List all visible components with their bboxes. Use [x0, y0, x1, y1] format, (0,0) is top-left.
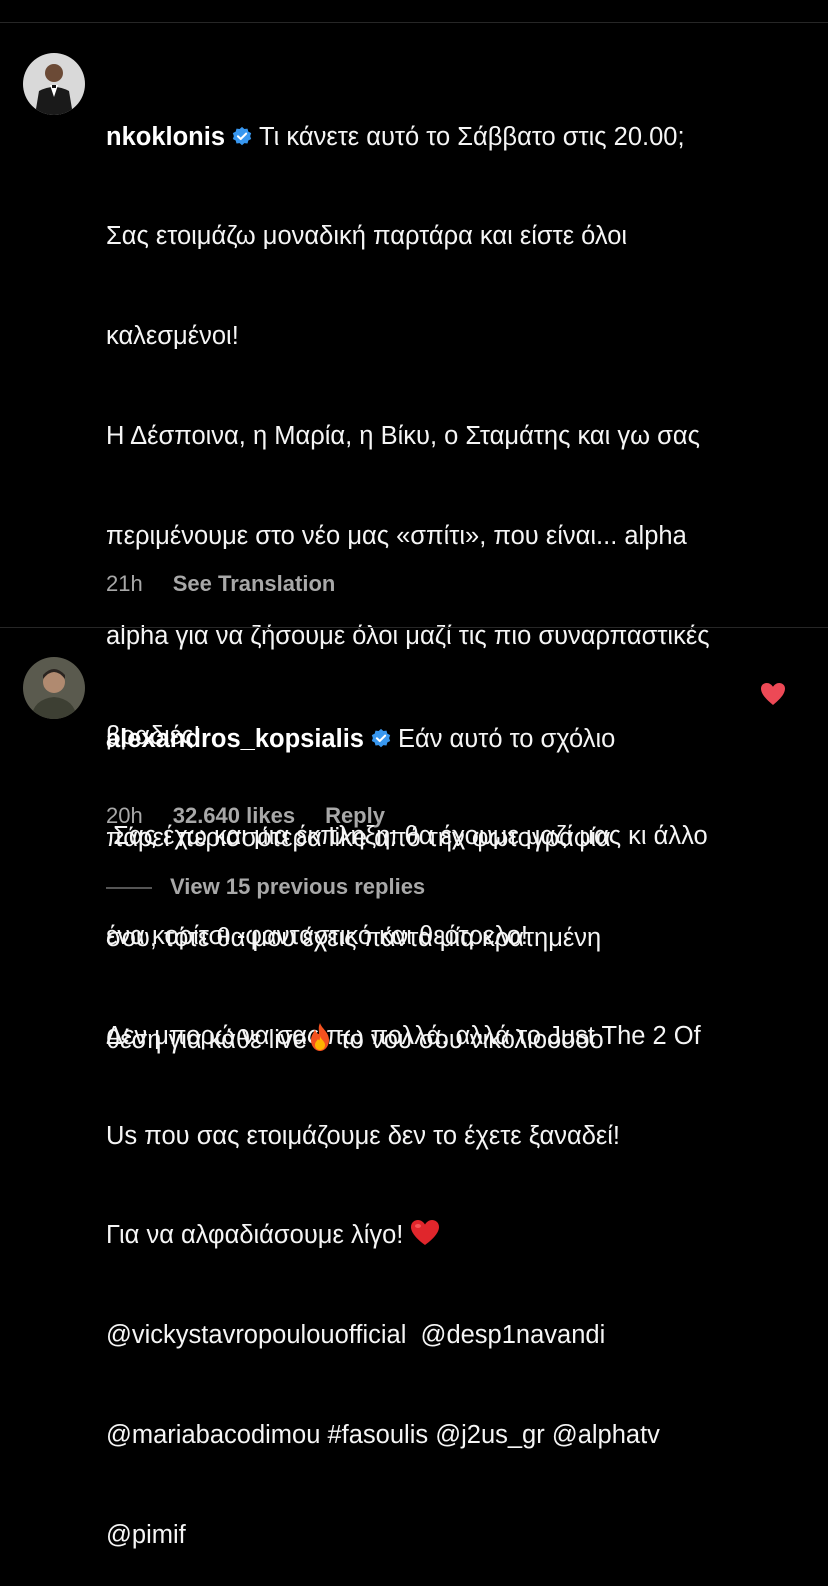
comment-line: alpha για να ζήσουμε όλοι μαζί τις πιο σ… — [106, 622, 710, 651]
view-previous-replies-button[interactable]: View 15 previous replies — [106, 874, 425, 900]
liked-heart-icon[interactable] — [760, 682, 786, 706]
view-replies-label: View 15 previous replies — [170, 874, 426, 899]
username-alexandros-kopsialis[interactable]: alexandros_kopsialis — [106, 725, 364, 753]
comment-line: nkoklonis Τι κάνετε αυτό το Σάββατο στις … — [106, 121, 710, 154]
comment-line: alexandros_kopsialis Εάν αυτό το σχόλιο — [106, 723, 615, 756]
comment-line-text: Τι κάνετε αυτό το Σάββατο στις 20.00; — [259, 122, 685, 151]
comment-timestamp: 21h — [106, 571, 143, 596]
verified-badge-icon — [371, 728, 391, 747]
see-translation-button[interactable]: See Translation — [173, 571, 336, 596]
comment-line: Σας ετοιμάζω μοναδική παρτάρα και είστε … — [106, 222, 628, 251]
replies-dash — [106, 887, 152, 889]
comment-line: Για να αλφαδιάσουμε λίγο! — [106, 1219, 710, 1252]
mention-line[interactable]: @mariabacodimou #fasoulis @j2us_gr @alph… — [106, 1419, 710, 1452]
mention-line[interactable]: @vickystavropoulouofficial @desp1navandi — [106, 1319, 710, 1352]
username-nkoklonis[interactable]: nkoklonis — [106, 123, 225, 151]
comment-line-text: το νου σου νικολιοοοοο — [332, 1026, 604, 1055]
comment-line: σου, τότε θα μου έχεις πάντα μία κρατημέ… — [106, 924, 602, 953]
comment-line: περιμένουμε στο νέο μας «σπίτι», που είν… — [106, 522, 687, 551]
verified-badge-icon — [232, 126, 252, 145]
avatar-nkoklonis[interactable] — [23, 53, 85, 115]
likes-count-button[interactable]: 32.640 likes — [173, 803, 295, 828]
comment-line-text: θέση για κάθε live — [106, 1026, 307, 1055]
comment-line: Η Δέσποινα, η Μαρία, η Βίκυ, ο Σταμάτης … — [106, 422, 700, 451]
comment-nkoklonis-meta: 21h See Translation — [106, 571, 335, 597]
fire-emoji-icon — [310, 1023, 329, 1052]
top-divider — [0, 22, 828, 23]
red-heart-emoji-icon — [411, 1220, 440, 1246]
reply-button[interactable]: Reply — [325, 803, 385, 828]
avatar-alexandros-kopsialis[interactable] — [23, 657, 85, 719]
comment-alexandros-meta: 20h 32.640 likes Reply — [106, 803, 385, 829]
comment-line: Us που σας ετοιμάζουμε δεν το έχετε ξανα… — [106, 1121, 621, 1150]
comment-timestamp: 20h — [106, 803, 143, 828]
mention-line[interactable]: @pimif — [106, 1519, 710, 1552]
comment-line: καλεσμένοι! — [106, 322, 239, 351]
comment-divider — [0, 627, 828, 628]
comment-line-text: Για να αλφαδιάσουμε λίγο! — [106, 1221, 411, 1250]
comment-line-text: Εάν αυτό το σχόλιο — [397, 724, 616, 753]
comment-line: θέση για κάθε live το νου σου νικολιοοοο… — [106, 1022, 615, 1057]
